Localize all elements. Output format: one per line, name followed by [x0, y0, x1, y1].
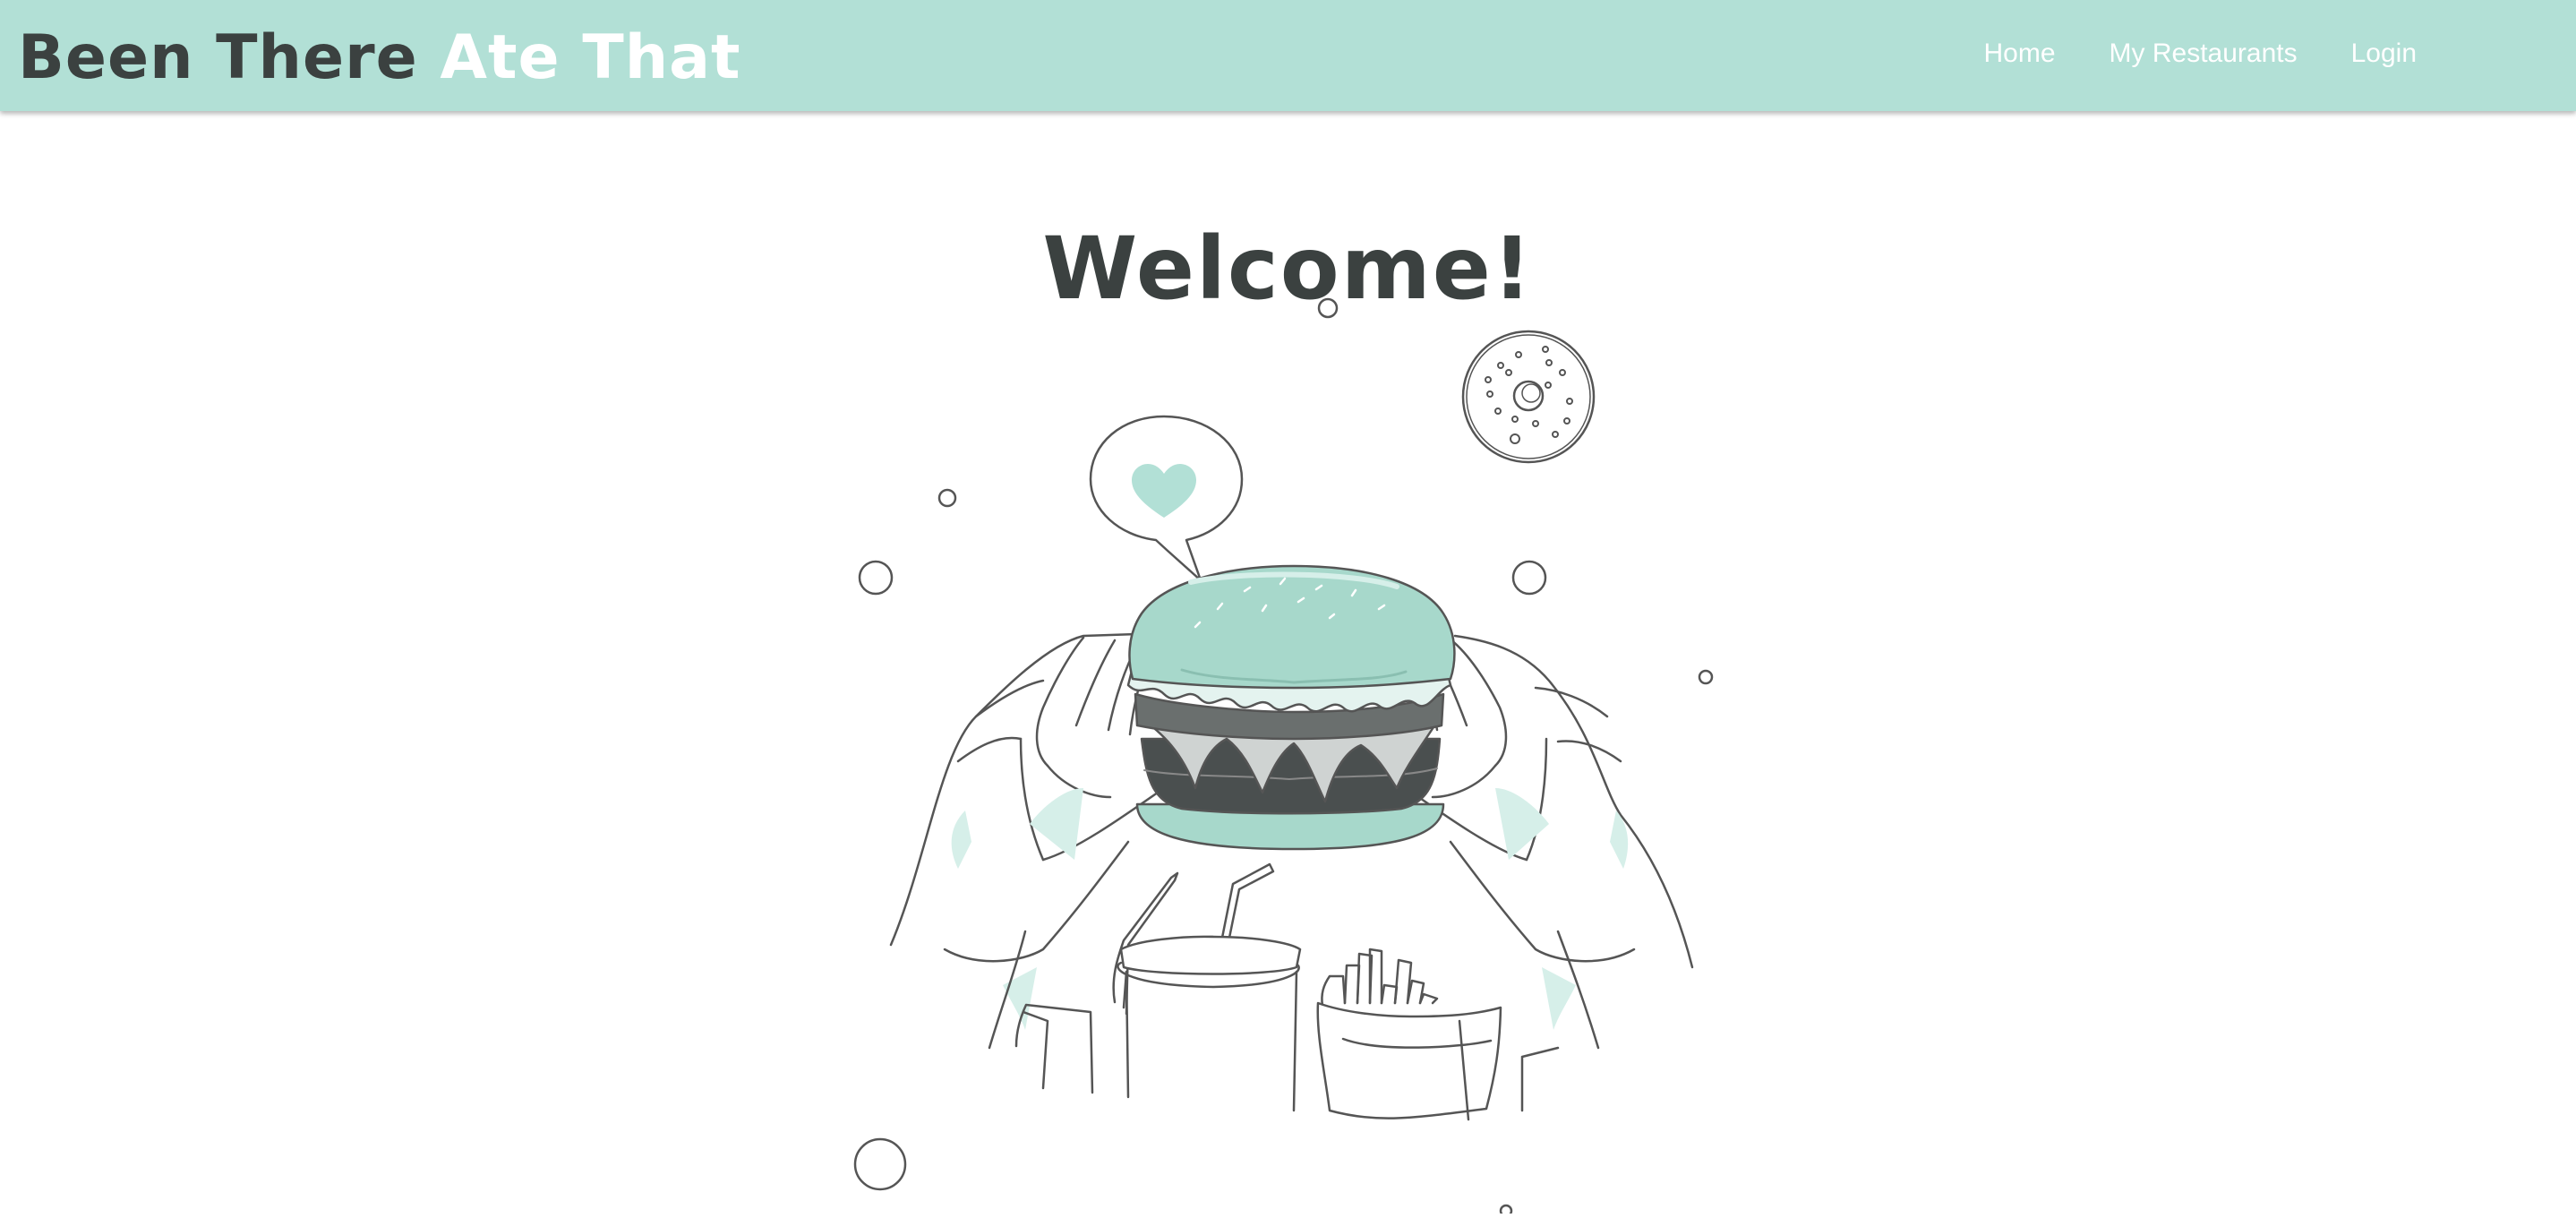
right-hand-illustration	[1399, 634, 1694, 1050]
nav-links: Home My Restaurants Login	[1983, 34, 2417, 73]
brand-logo[interactable]: Been There Ate That	[18, 20, 741, 97]
burger-icon	[1126, 564, 1456, 851]
donut-icon	[1461, 330, 1596, 464]
nav-link-my-restaurants[interactable]: My Restaurants	[2110, 34, 2298, 73]
nav-link-home[interactable]: Home	[1983, 34, 2055, 73]
brand-title-part1: Been There	[18, 22, 418, 93]
burger-illustration	[842, 287, 1737, 1218]
nav-link-login[interactable]: Login	[2351, 34, 2417, 73]
navbar: Been There Ate That Home My Restaurants …	[0, 0, 2576, 111]
brand-title-part2: Ate That	[440, 22, 741, 93]
left-hand-illustration	[889, 632, 1166, 1050]
drink-cup-icon	[1014, 862, 1302, 1112]
fries-icon	[1316, 948, 1560, 1121]
heart-speech-bubble-icon	[1089, 415, 1244, 582]
